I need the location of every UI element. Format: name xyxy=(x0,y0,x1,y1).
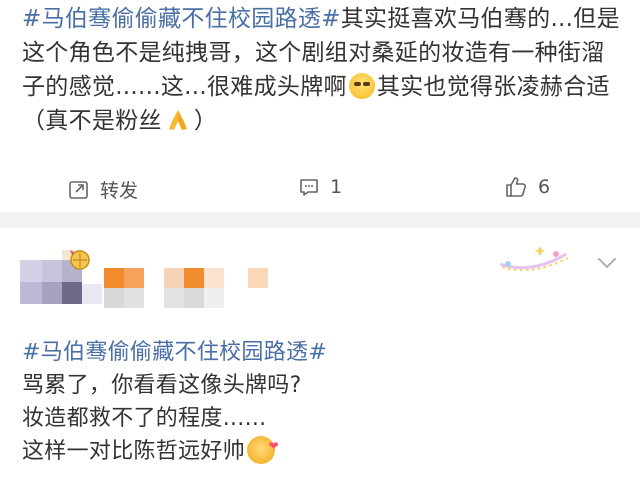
comment-button[interactable]: 1 xyxy=(298,176,342,198)
post-text-part-3: ） xyxy=(193,108,218,134)
comment-topic-link[interactable]: #马伯骞偷偷藏不住校园路透# xyxy=(22,340,327,365)
crying-laughing-emoji-icon xyxy=(348,73,375,99)
post-action-bar: 转发 1 6 xyxy=(0,164,640,212)
comment-line-2: 妆造都救不了的程度...... xyxy=(22,406,267,431)
chevron-down-icon[interactable] xyxy=(596,256,618,270)
comment-icon xyxy=(300,179,318,196)
praying-hands-emoji-icon xyxy=(168,110,187,130)
repost-icon xyxy=(69,180,88,199)
repost-label: 转发 xyxy=(100,180,139,202)
like-button[interactable]: 6 xyxy=(504,175,550,199)
post-topic-link[interactable]: #马伯骞偷偷藏不住校园路透# xyxy=(22,6,341,32)
comment-header xyxy=(0,228,640,328)
comment-count: 1 xyxy=(330,176,343,198)
section-divider xyxy=(0,212,640,228)
like-count: 6 xyxy=(538,176,551,198)
heart-eyes-emoji-icon xyxy=(247,430,279,464)
comment-line-1: 骂累了，你看看这像头牌吗? xyxy=(22,373,302,398)
comment-body: #马伯骞偷偷藏不住校园路透# 骂累了，你看看这像头牌吗? 妆造都救不了的程度..… xyxy=(22,336,626,468)
decorative-ribbon-icon xyxy=(499,246,569,272)
thumbs-up-icon xyxy=(506,177,526,197)
post-body: #马伯骞偷偷藏不住校园路透#其实挺喜欢马伯骞的...但是这个角色不是纯拽哥，这个… xyxy=(22,2,626,138)
avatar-pendant-icon xyxy=(70,250,90,270)
repost-button[interactable]: 转发 xyxy=(68,176,138,203)
comment-line-3: 这样一对比陈哲远好帅 xyxy=(22,439,246,464)
